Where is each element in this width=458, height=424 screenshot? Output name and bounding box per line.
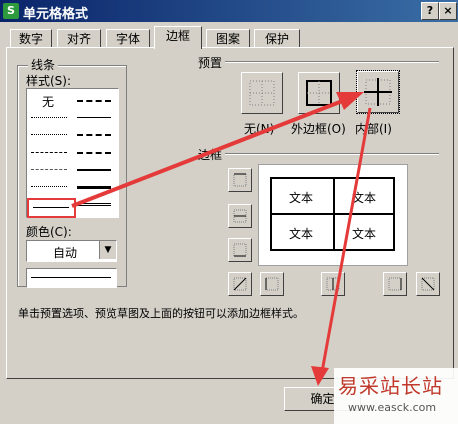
annotation-arrow — [320, 107, 372, 373]
arrow-head-icon — [311, 366, 329, 386]
watermark-url: www.easck.com — [348, 401, 437, 414]
format-cells-dialog: S 单元格格式 ? × 数字 对齐 字体 边框 图案 保护 线条 样式(S): … — [0, 0, 458, 424]
annotation-arrows — [71, 92, 372, 386]
annotation-arrow — [71, 98, 346, 208]
tab-border[interactable]: 边框 — [154, 26, 202, 49]
watermark-title: 易采站长站 — [338, 374, 443, 398]
arrow-head-icon — [336, 92, 364, 110]
watermark: 易采站长站 www.easck.com — [334, 368, 458, 424]
